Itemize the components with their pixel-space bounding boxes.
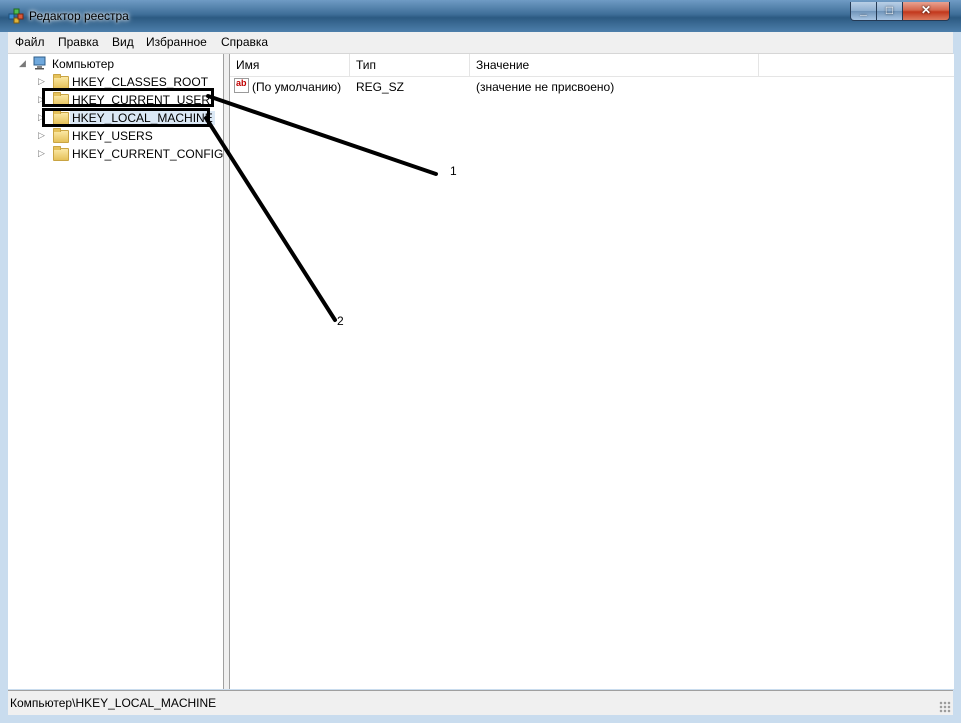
tree-root-label: Компьютер [52,57,115,71]
value-data: (значение не присвоено) [476,80,615,94]
menu-bar: Файл Правка Вид Избранное Справка [8,32,953,54]
status-bar: Компьютер\HKEY_LOCAL_MACHINE [8,690,953,715]
minimize-icon: _ [860,3,867,17]
registry-tree[interactable]: ◢ Компьютер ▷ HKEY_CLASSES_ROOT ▷ HKEY_C… [8,54,224,689]
menu-file[interactable]: Файл [15,35,45,49]
values-list[interactable]: Имя Тип Значение ab (По умолчанию) REG_S… [229,54,954,689]
tree-root-computer[interactable]: ◢ Компьютер [8,55,223,73]
menu-favorites[interactable]: Избранное [146,35,207,49]
folder-icon [53,128,69,143]
tree-item-hkey-users[interactable]: ▷ HKEY_USERS [8,127,223,145]
maximize-button[interactable]: □ [876,2,903,21]
column-header-type[interactable]: Тип [350,54,470,76]
tree-item-label: HKEY_CURRENT_CONFIG [72,147,224,161]
tree-item-label: HKEY_CLASSES_ROOT [72,75,209,89]
tree-item-label: HKEY_USERS [72,129,153,143]
value-name: (По умолчанию) [252,80,342,94]
column-header-name[interactable]: Имя [230,54,350,76]
window-title: Редактор реестра [29,9,129,23]
close-button[interactable]: ✕ [902,2,950,21]
title-bar[interactable]: Редактор реестра _ □ ✕ [0,0,961,32]
registry-editor-window: Редактор реестра _ □ ✕ Файл Правка Вид И… [0,0,961,723]
computer-icon [33,56,46,70]
folder-icon [53,146,69,161]
close-icon: ✕ [920,3,932,17]
status-path: Компьютер\HKEY_LOCAL_MACHINE [10,696,217,710]
column-header-value[interactable]: Значение [470,54,759,76]
tree-item-hkey-current-config[interactable]: ▷ HKEY_CURRENT_CONFIG [8,145,223,163]
regedit-icon [8,8,24,24]
column-headers: Имя Тип Значение [230,54,954,77]
list-row[interactable]: ab (По умолчанию) REG_SZ (значение не пр… [230,78,954,96]
maximize-icon: □ [885,3,894,17]
string-value-icon: ab [234,78,249,93]
annotation-box-local-machine [42,108,210,127]
menu-view[interactable]: Вид [112,35,134,49]
expand-arrow-icon[interactable]: ▷ [38,76,46,86]
menu-edit[interactable]: Правка [58,35,99,49]
resize-grip-icon[interactable] [939,701,951,713]
annotation-label-1: 1 [450,164,457,178]
menu-help[interactable]: Справка [221,35,268,49]
collapse-arrow-icon[interactable]: ◢ [19,58,27,68]
annotation-label-2: 2 [337,314,344,328]
value-type: REG_SZ [356,80,405,94]
expand-arrow-icon[interactable]: ▷ [38,148,46,158]
main-content: ◢ Компьютер ▷ HKEY_CLASSES_ROOT ▷ HKEY_C… [8,54,954,689]
expand-arrow-icon[interactable]: ▷ [38,130,46,140]
annotation-box-current-user [42,88,214,107]
minimize-button[interactable]: _ [850,2,877,21]
